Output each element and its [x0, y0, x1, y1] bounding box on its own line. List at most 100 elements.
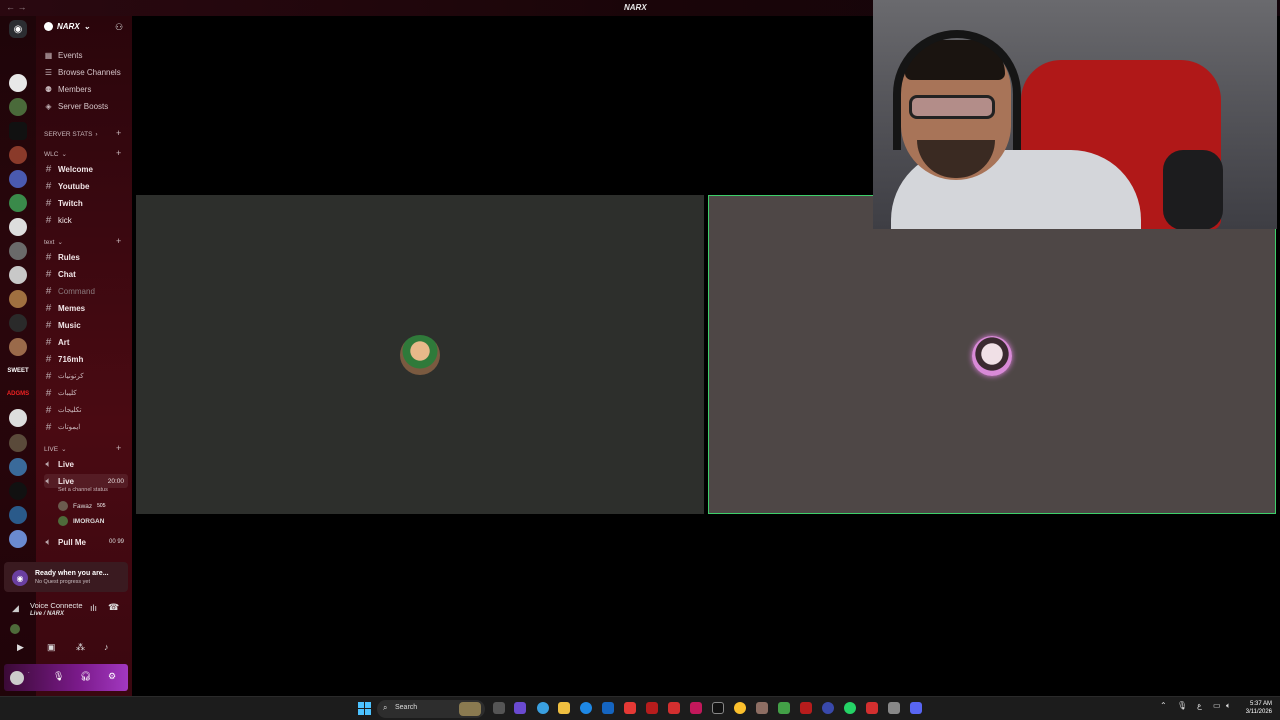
- channel-command[interactable]: # Command: [44, 284, 128, 298]
- channel-clips[interactable]: # كليبات: [44, 386, 128, 400]
- windows-start-icon[interactable]: [358, 702, 371, 715]
- channel-kick[interactable]: # kick: [44, 213, 128, 227]
- server-icon[interactable]: [9, 122, 27, 140]
- disconnect-icon[interactable]: ☎: [108, 602, 119, 613]
- server-icon[interactable]: [9, 482, 27, 500]
- quest-banner[interactable]: ◉ Ready when you are... No Quest progres…: [4, 562, 128, 592]
- soundboard-icon[interactable]: ♪: [104, 642, 109, 652]
- server-icon[interactable]: [9, 290, 27, 308]
- category-text[interactable]: text ⌄: [44, 237, 63, 247]
- server-icon[interactable]: [9, 242, 27, 260]
- server-icon[interactable]: [9, 170, 27, 188]
- youtube-icon[interactable]: [624, 702, 636, 714]
- server-icon[interactable]: [9, 218, 27, 236]
- add-channel-icon[interactable]: +: [116, 443, 121, 453]
- voice-user[interactable]: Fawaz 505: [58, 500, 106, 512]
- menu-events[interactable]: ▦ Events: [44, 48, 83, 62]
- server-icon[interactable]: [9, 530, 27, 548]
- channel-chat[interactable]: # Chat: [44, 267, 128, 281]
- app-icon[interactable]: [866, 702, 878, 714]
- app-icon[interactable]: [514, 702, 526, 714]
- voice-channel-live-active[interactable]: 🔈︎ Live 20:00: [44, 474, 128, 488]
- server-icon[interactable]: [9, 506, 27, 524]
- channel-rules[interactable]: # Rules: [44, 250, 128, 264]
- copilot-icon[interactable]: [537, 702, 549, 714]
- screen-share-icon[interactable]: ▣: [47, 642, 56, 653]
- headphones-icon[interactable]: 🎧︎: [80, 671, 91, 682]
- add-channel-icon[interactable]: +: [116, 128, 121, 138]
- server-name-header[interactable]: NARX ⌄: [44, 22, 90, 31]
- server-icon[interactable]: [9, 146, 27, 164]
- taskbar-search[interactable]: ⌕ Search: [377, 700, 485, 718]
- server-icon[interactable]: [9, 194, 27, 212]
- menu-browse-channels[interactable]: ☰ Browse Channels: [44, 65, 121, 79]
- discord-home-icon[interactable]: ◉: [9, 20, 27, 38]
- server-label-sweet[interactable]: SWEET: [4, 368, 32, 374]
- language-indicator[interactable]: ع: [1197, 701, 1202, 710]
- voice-channel-pull-me[interactable]: 🔈︎ Pull Me 00 99: [44, 535, 128, 549]
- menu-members[interactable]: ⚉ Members: [44, 82, 91, 96]
- noise-suppression-icon[interactable]: ılı: [90, 603, 97, 613]
- channel-emotes[interactable]: # ايموتات: [44, 420, 128, 434]
- back-arrow-icon[interactable]: ← →: [6, 2, 27, 12]
- instagram-icon[interactable]: [690, 702, 702, 714]
- server-icon[interactable]: [9, 314, 27, 332]
- username[interactable]: ·: [28, 670, 30, 676]
- settings-icon[interactable]: [888, 702, 900, 714]
- voice-channel-live[interactable]: 🔈︎ Live: [44, 457, 128, 471]
- channel-art[interactable]: # Art: [44, 335, 128, 349]
- channel-cartoons[interactable]: # كرتونيات: [44, 369, 128, 383]
- server-label-adgms[interactable]: ADGMS: [4, 391, 32, 397]
- channel-716mh[interactable]: #716mh: [44, 352, 128, 366]
- participant-tile-speaking[interactable]: [708, 195, 1276, 514]
- camera-icon[interactable]: ▶: [17, 642, 24, 653]
- channel-memes[interactable]: # Memes: [44, 301, 128, 315]
- task-view-icon[interactable]: [493, 702, 505, 714]
- voice-user[interactable]: IMORGAN: [58, 515, 104, 527]
- activities-icon[interactable]: ⁂: [76, 642, 85, 653]
- app-icon[interactable]: [646, 702, 658, 714]
- app-icon[interactable]: [822, 702, 834, 714]
- app-icon[interactable]: [668, 702, 680, 714]
- server-icon[interactable]: [9, 409, 27, 427]
- chrome-icon[interactable]: [734, 702, 746, 714]
- server-icon[interactable]: [9, 266, 27, 284]
- tray-app-icon[interactable]: 🎙︎: [1177, 701, 1187, 710]
- channel-clips-2[interactable]: # تكليجات: [44, 403, 128, 417]
- channel-youtube[interactable]: # Youtube: [44, 179, 128, 193]
- server-icon[interactable]: [9, 338, 27, 356]
- category-wlc[interactable]: WLC ⌄: [44, 149, 67, 159]
- gear-icon[interactable]: ⚙: [108, 671, 116, 682]
- whatsapp-icon[interactable]: [844, 702, 856, 714]
- app-icon[interactable]: [800, 702, 812, 714]
- app-icon[interactable]: [602, 702, 614, 714]
- x-icon[interactable]: [712, 702, 724, 714]
- microphone-icon[interactable]: 🎙︎: [53, 671, 64, 682]
- invite-people-icon[interactable]: ⚇: [115, 22, 125, 32]
- channel-welcome[interactable]: # Welcome: [44, 162, 128, 176]
- avatar[interactable]: [10, 671, 24, 685]
- channel-status-hint[interactable]: Set a channel status: [58, 487, 108, 493]
- server-icon[interactable]: [9, 98, 27, 116]
- signal-icon[interactable]: ◢: [12, 603, 19, 614]
- volume-icon[interactable]: 🔈︎: [1226, 701, 1231, 711]
- channel-twitch[interactable]: # Twitch: [44, 196, 128, 210]
- taskbar-clock[interactable]: 5:37 AM 3/11/2026: [1240, 700, 1272, 716]
- menu-server-boosts[interactable]: ◈ Server Boosts: [44, 99, 108, 113]
- channel-music[interactable]: # Music: [44, 318, 128, 332]
- app-icon[interactable]: [756, 702, 768, 714]
- server-icon[interactable]: [9, 74, 27, 92]
- category-server-stats[interactable]: SERVER STATS ›: [44, 129, 98, 139]
- server-icon[interactable]: [9, 434, 27, 452]
- edge-icon[interactable]: [580, 702, 592, 714]
- network-icon[interactable]: ▭: [1213, 701, 1221, 710]
- file-explorer-icon[interactable]: [558, 702, 570, 714]
- category-live[interactable]: LIVE ⌄: [44, 444, 67, 454]
- xbox-icon[interactable]: [778, 702, 790, 714]
- add-channel-icon[interactable]: +: [116, 148, 121, 158]
- server-icon[interactable]: [9, 458, 27, 476]
- add-channel-icon[interactable]: +: [116, 236, 121, 246]
- tray-chevron-icon[interactable]: ⌃: [1160, 701, 1167, 710]
- voice-channel-link[interactable]: Live / NARX: [30, 611, 64, 617]
- participant-tile[interactable]: [136, 195, 704, 514]
